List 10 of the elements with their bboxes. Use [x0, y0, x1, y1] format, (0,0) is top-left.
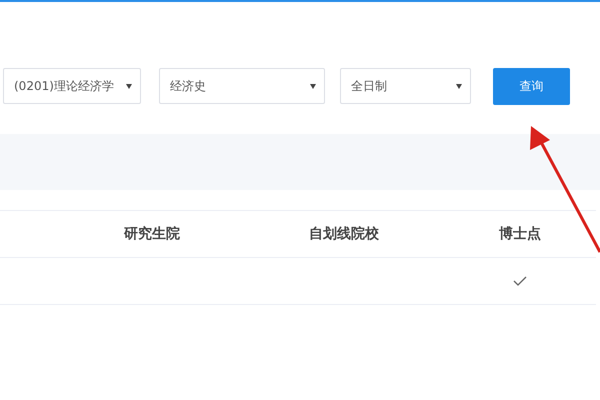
column-header: 博士点 — [499, 225, 541, 243]
caret-icon — [456, 84, 462, 88]
column-header: 研究生院 — [124, 225, 180, 243]
search-button[interactable]: 查询 — [493, 68, 570, 104]
dropdown-select[interactable]: 经济史 — [159, 68, 325, 104]
caret-icon — [310, 84, 316, 88]
caret-icon — [126, 84, 132, 88]
dropdown-select[interactable]: (0201)理论经济学 — [3, 68, 141, 104]
column-header: 自划线院校 — [309, 225, 379, 243]
dropdown-select[interactable]: 全日制 — [340, 68, 471, 104]
